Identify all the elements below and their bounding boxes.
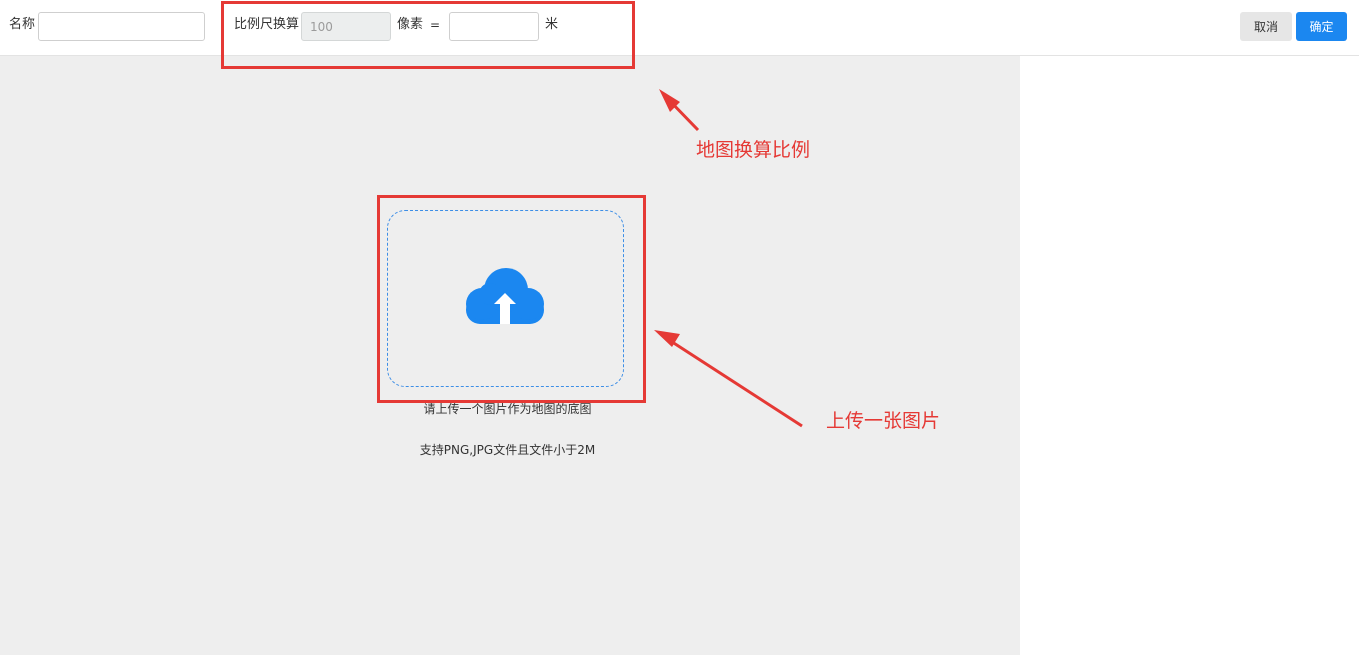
- cancel-button[interactable]: 取消: [1240, 12, 1292, 41]
- scale-annotation-box: [221, 1, 635, 69]
- right-panel: [1020, 56, 1359, 655]
- top-toolbar: 名称 比例尺换算 像素 = 米 取消 确定: [0, 0, 1359, 56]
- name-input[interactable]: [38, 12, 205, 41]
- upload-annotation-text: 上传一张图片: [826, 410, 941, 432]
- confirm-button[interactable]: 确定: [1296, 12, 1347, 41]
- upload-hint: 请上传一个图片作为地图的底图: [423, 402, 592, 416]
- upload-format-hint: 支持PNG,JPG文件且文件小于2M: [419, 443, 596, 457]
- name-label: 名称: [9, 17, 36, 32]
- upload-annotation-box: [377, 195, 646, 403]
- scale-annotation-text: 地图换算比例: [696, 139, 811, 161]
